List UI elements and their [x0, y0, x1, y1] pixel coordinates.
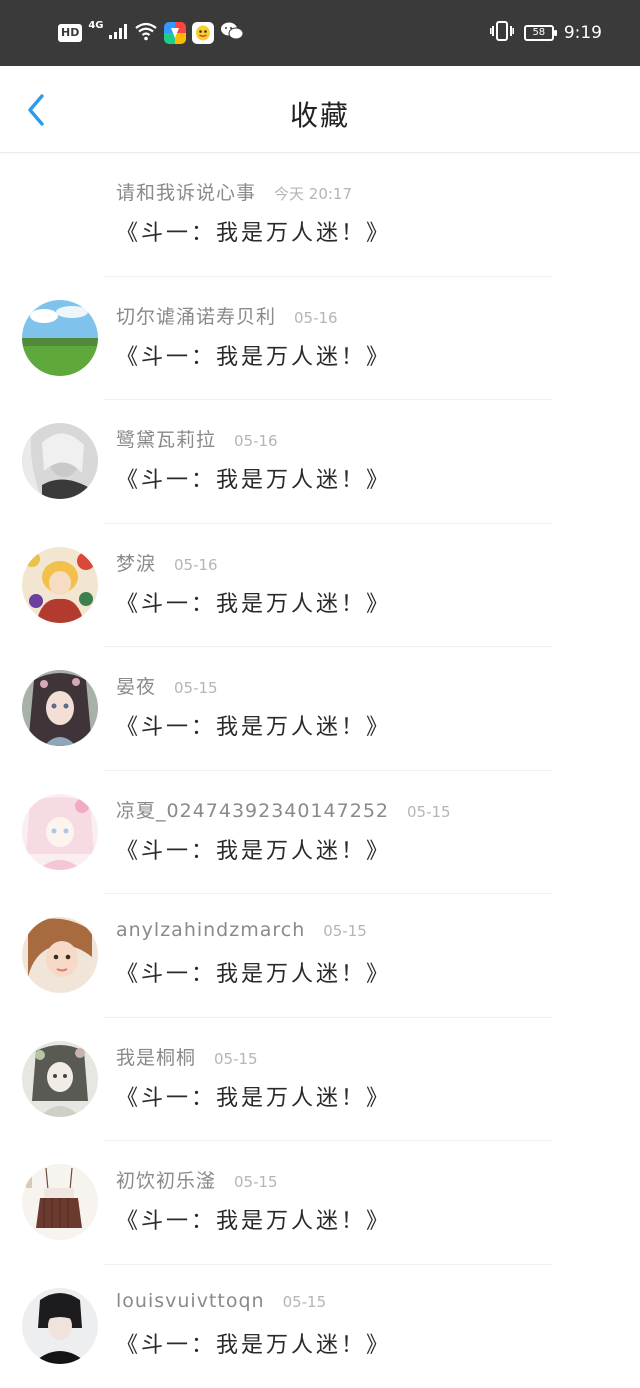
network-type-label: 4G: [88, 20, 103, 31]
list-item[interactable]: 凉夏_02474392340147252 05-15 《斗一：我是万人迷！》: [0, 771, 640, 895]
app-icon-colorful: [164, 22, 186, 44]
item-date: 05-15: [407, 803, 451, 821]
status-left-icons: HD 4G: [58, 20, 244, 46]
avatar[interactable]: [22, 794, 98, 870]
item-meta: 我是桐桐 05-15: [116, 1043, 258, 1070]
item-meta: 初饮初乐滏 05-15: [116, 1166, 278, 1193]
wifi-icon: [134, 21, 158, 45]
item-username[interactable]: 晏夜: [116, 672, 156, 699]
hd-badge: HD: [58, 24, 82, 42]
avatar[interactable]: [22, 670, 98, 746]
avatar[interactable]: [22, 917, 98, 993]
item-meta: louisvuivttoqn 05-15: [116, 1290, 326, 1312]
avatar[interactable]: [22, 1288, 98, 1364]
wechat-icon: [220, 21, 244, 45]
avatar[interactable]: [22, 300, 98, 376]
item-date: 05-16: [234, 432, 278, 450]
avatar[interactable]: [22, 1164, 98, 1240]
item-username[interactable]: 切尔谑涌诺寿贝利: [116, 302, 276, 329]
item-username[interactable]: 鹭黛瓦莉拉: [116, 425, 216, 452]
item-title: 《斗一：我是万人迷！》: [116, 1203, 391, 1235]
item-title: 《斗一：我是万人迷！》: [116, 833, 391, 865]
list-item[interactable]: 我是桐桐 05-15 《斗一：我是万人迷！》: [0, 1018, 640, 1142]
item-username[interactable]: anylzahindzmarch: [116, 919, 305, 941]
status-time: 9:19: [564, 23, 602, 43]
avatar[interactable]: [22, 423, 98, 499]
item-title: 《斗一：我是万人迷！》: [116, 462, 391, 494]
vibrate-icon: [490, 20, 514, 46]
item-username[interactable]: 我是桐桐: [116, 1043, 196, 1070]
item-date: 05-16: [294, 309, 338, 327]
item-meta: anylzahindzmarch 05-15: [116, 919, 367, 941]
item-date: 05-15: [214, 1050, 258, 1068]
item-date: 05-15: [174, 679, 218, 697]
item-title: 《斗一：我是万人迷！》: [116, 586, 391, 618]
signal-icon: [108, 22, 128, 44]
battery-level: 58: [532, 27, 545, 38]
list-item[interactable]: anylzahindzmarch 05-15 《斗一：我是万人迷！》: [0, 894, 640, 1018]
item-meta: 梦淚 05-16: [116, 549, 218, 576]
item-date: 今天 20:17: [274, 183, 352, 204]
page-title: 收藏: [0, 94, 640, 134]
item-username[interactable]: 梦淚: [116, 549, 156, 576]
item-date: 05-15: [234, 1173, 278, 1191]
battery-icon: 58: [524, 25, 554, 41]
item-date: 05-15: [283, 1293, 327, 1311]
status-right-icons: 58 9:19: [490, 20, 602, 46]
list-item[interactable]: 请和我诉说心事 今天 20:17 《斗一：我是万人迷！》: [0, 153, 640, 277]
list-item[interactable]: 晏夜 05-15 《斗一：我是万人迷！》: [0, 647, 640, 771]
item-meta: 晏夜 05-15: [116, 672, 218, 699]
item-username[interactable]: louisvuivttoqn: [116, 1290, 265, 1312]
item-username[interactable]: 初饮初乐滏: [116, 1166, 216, 1193]
avatar[interactable]: [22, 547, 98, 623]
list-item[interactable]: 梦淚 05-16 《斗一：我是万人迷！》: [0, 524, 640, 648]
navigation-header: 收藏: [0, 66, 640, 153]
item-meta: 请和我诉说心事 今天 20:17: [116, 178, 352, 205]
item-username[interactable]: 请和我诉说心事: [116, 178, 256, 205]
item-date: 05-15: [323, 922, 367, 940]
item-title: 《斗一：我是万人迷！》: [116, 956, 391, 988]
item-username[interactable]: 凉夏_02474392340147252: [116, 796, 389, 823]
item-meta: 鹭黛瓦莉拉 05-16: [116, 425, 278, 452]
app-icon-qq: [192, 22, 214, 44]
item-title: 《斗一：我是万人迷！》: [116, 1080, 391, 1112]
list-item[interactable]: louisvuivttoqn 05-15 《斗一：我是万人迷！》: [0, 1265, 640, 1388]
favorites-list: 请和我诉说心事 今天 20:17 《斗一：我是万人迷！》 切尔谑涌诺寿贝利 05…: [0, 153, 640, 1388]
list-item[interactable]: 初饮初乐滏 05-15 《斗一：我是万人迷！》: [0, 1141, 640, 1265]
list-item[interactable]: 鹭黛瓦莉拉 05-16 《斗一：我是万人迷！》: [0, 400, 640, 524]
item-title: 《斗一：我是万人迷！》: [116, 215, 391, 247]
item-title: 《斗一：我是万人迷！》: [116, 1327, 391, 1359]
item-meta: 凉夏_02474392340147252 05-15: [116, 796, 451, 823]
item-title: 《斗一：我是万人迷！》: [116, 339, 391, 371]
item-meta: 切尔谑涌诺寿贝利 05-16: [116, 302, 338, 329]
avatar[interactable]: [22, 1041, 98, 1117]
list-item[interactable]: 切尔谑涌诺寿贝利 05-16 《斗一：我是万人迷！》: [0, 277, 640, 401]
item-title: 《斗一：我是万人迷！》: [116, 709, 391, 741]
status-bar: HD 4G: [0, 0, 640, 66]
item-date: 05-16: [174, 556, 218, 574]
